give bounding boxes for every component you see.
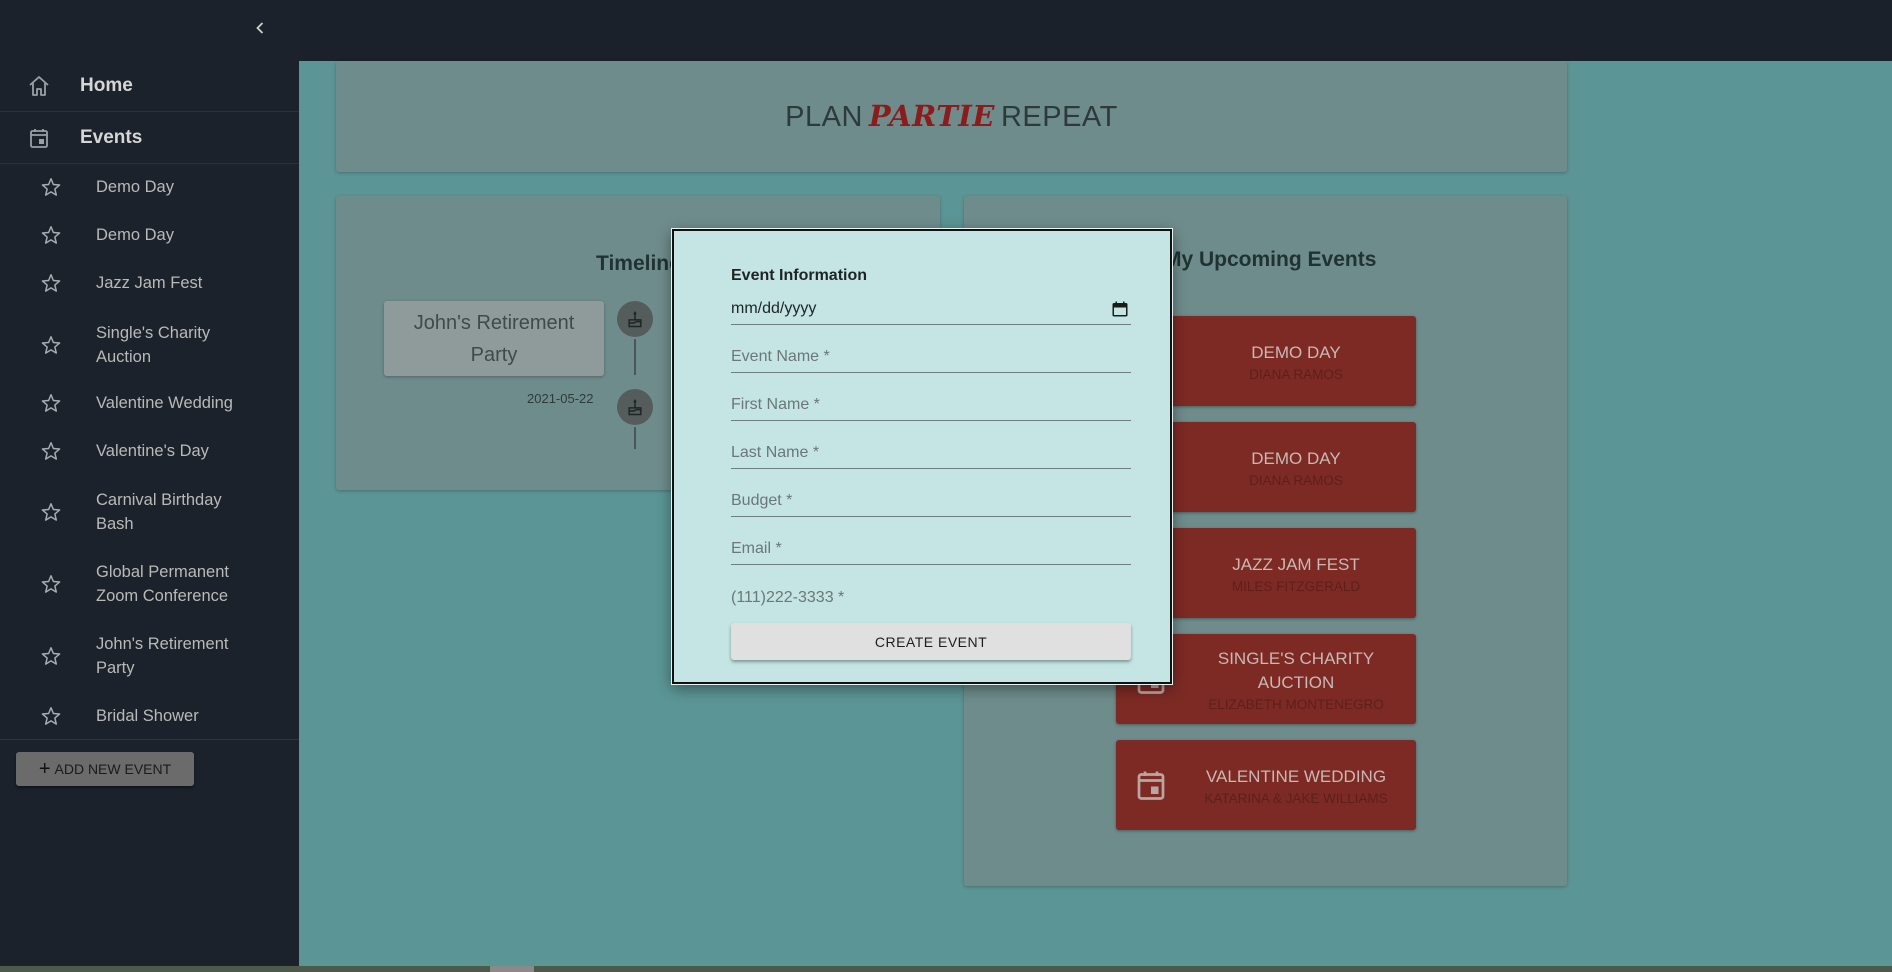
event-name: JAZZ JAM FEST xyxy=(1232,554,1360,574)
sidebar: Home Events Demo Day Demo Day Jazz Jam F… xyxy=(0,0,299,972)
event-host: MILES FITZGERALD xyxy=(1231,578,1361,594)
sidebar-event-label: Bridal Shower xyxy=(96,707,199,725)
calendar-icon xyxy=(27,126,51,150)
star-icon[interactable] xyxy=(40,501,62,523)
top-app-bar xyxy=(299,0,1892,61)
date-input[interactable]: mm/dd/yyyy xyxy=(731,291,1131,325)
add-new-event-label: ADD NEW EVENT xyxy=(54,761,172,777)
timeline-heading: Timeline xyxy=(596,252,681,275)
sidebar-event-label: Global Permanent Zoom Conference xyxy=(96,563,229,605)
star-icon[interactable] xyxy=(40,573,62,595)
page-title: PLAN PARTIE REPEAT xyxy=(785,99,1118,134)
event-host: KATARINA & JAKE WILLIAMS xyxy=(1204,790,1388,806)
star-icon[interactable] xyxy=(40,224,62,246)
sidebar-event-label: Jazz Jam Fest xyxy=(96,274,203,292)
phone-field[interactable]: (111)222-3333 * xyxy=(731,579,1131,613)
upcoming-events-heading: My Upcoming Events xyxy=(1164,248,1377,271)
timeline-connector xyxy=(634,339,636,375)
scrollbar-thumb[interactable] xyxy=(490,966,534,972)
email-field[interactable]: Email * xyxy=(731,531,1131,565)
sidebar-event-item[interactable]: John's Retirement Party xyxy=(0,631,299,681)
sidebar-event-label: Demo Day xyxy=(96,226,174,244)
star-icon[interactable] xyxy=(40,645,62,667)
event-information-modal: Event Information mm/dd/yyyy Event Name … xyxy=(671,228,1173,685)
sidebar-divider xyxy=(0,739,299,740)
timeline-item-date: 2021-05-22 xyxy=(527,391,594,406)
calendar-icon xyxy=(1133,767,1169,803)
title-accent: PARTIE xyxy=(868,99,995,133)
sidebar-event-item[interactable]: Single's Charity Auction xyxy=(0,320,299,370)
sidebar-event-label: Valentine's Day xyxy=(96,442,209,460)
cake-icon xyxy=(617,389,653,425)
sidebar-item-home[interactable]: Home xyxy=(0,60,299,112)
date-placeholder: mm/dd/yyyy xyxy=(731,300,817,317)
star-icon[interactable] xyxy=(40,705,62,727)
sidebar-event-item[interactable]: Demo Day xyxy=(0,174,299,200)
title-prefix: PLAN xyxy=(785,101,863,133)
calendar-picker-icon[interactable] xyxy=(1111,300,1129,318)
horizontal-scrollbar[interactable] xyxy=(0,966,1892,972)
sidebar-event-label: Carnival Birthday Bash xyxy=(96,491,222,533)
event-name: VALENTINE WEDDING xyxy=(1205,766,1387,786)
star-icon[interactable] xyxy=(40,392,62,414)
event-name: DEMO DAY xyxy=(1251,342,1341,362)
sidebar-event-item[interactable]: Global Permanent Zoom Conference xyxy=(0,559,299,609)
star-icon[interactable] xyxy=(40,440,62,462)
plus-icon: + xyxy=(38,758,51,780)
sidebar-event-item[interactable]: Jazz Jam Fest xyxy=(0,270,299,296)
chevron-left-icon[interactable] xyxy=(250,18,270,38)
event-name-label: Event Name * xyxy=(731,348,830,365)
title-card: PLAN PARTIE REPEAT xyxy=(336,61,1567,172)
add-new-event-button[interactable]: + ADD NEW EVENT xyxy=(16,752,194,786)
budget-label: Budget * xyxy=(731,492,793,509)
star-icon[interactable] xyxy=(40,272,62,294)
sidebar-item-events[interactable]: Events xyxy=(0,112,299,164)
sidebar-event-item[interactable]: Demo Day xyxy=(0,222,299,248)
event-host: DIANA RAMOS xyxy=(1249,366,1343,382)
title-suffix: REPEAT xyxy=(1000,101,1118,133)
event-host: DIANA RAMOS xyxy=(1249,472,1343,488)
last-name-field[interactable]: Last Name * xyxy=(731,435,1131,469)
sidebar-item-label: Home xyxy=(80,74,133,96)
last-name-label: Last Name * xyxy=(731,444,820,461)
sidebar-event-label: Single's Charity Auction xyxy=(96,324,211,366)
upcoming-event-button[interactable]: VALENTINE WEDDING KATARINA & JAKE WILLIAM… xyxy=(1116,740,1416,830)
email-label: Email * xyxy=(731,540,782,557)
sidebar-event-item[interactable]: Carnival Birthday Bash xyxy=(0,487,299,537)
home-icon xyxy=(27,74,51,98)
star-icon[interactable] xyxy=(40,176,62,198)
sidebar-event-item[interactable]: Valentine Wedding xyxy=(0,390,299,416)
sidebar-event-label: Demo Day xyxy=(96,178,174,196)
cake-icon xyxy=(617,301,653,337)
sidebar-event-label: John's Retirement Party xyxy=(96,635,229,677)
event-host: ELIZABETH MONTENEGRO xyxy=(1208,696,1384,712)
budget-field[interactable]: Budget * xyxy=(731,483,1131,517)
timeline-connector xyxy=(634,427,636,449)
event-name-field[interactable]: Event Name * xyxy=(731,339,1131,373)
first-name-label: First Name * xyxy=(731,396,820,413)
event-name: DEMO DAY xyxy=(1251,448,1341,468)
first-name-field[interactable]: First Name * xyxy=(731,387,1131,421)
sidebar-event-item[interactable]: Bridal Shower xyxy=(0,703,299,729)
sidebar-item-label: Events xyxy=(80,126,143,148)
event-name: SINGLE'S CHARITY AUCTION xyxy=(1217,648,1375,692)
modal-title: Event Information xyxy=(731,267,868,284)
star-icon[interactable] xyxy=(40,334,62,356)
timeline-item-card[interactable]: John's Retirement Party xyxy=(384,301,604,376)
create-event-button[interactable]: CREATE EVENT xyxy=(731,623,1131,660)
phone-label: (111)222-3333 * xyxy=(731,589,845,606)
sidebar-event-item[interactable]: Valentine's Day xyxy=(0,438,299,464)
sidebar-event-label: Valentine Wedding xyxy=(96,394,233,412)
